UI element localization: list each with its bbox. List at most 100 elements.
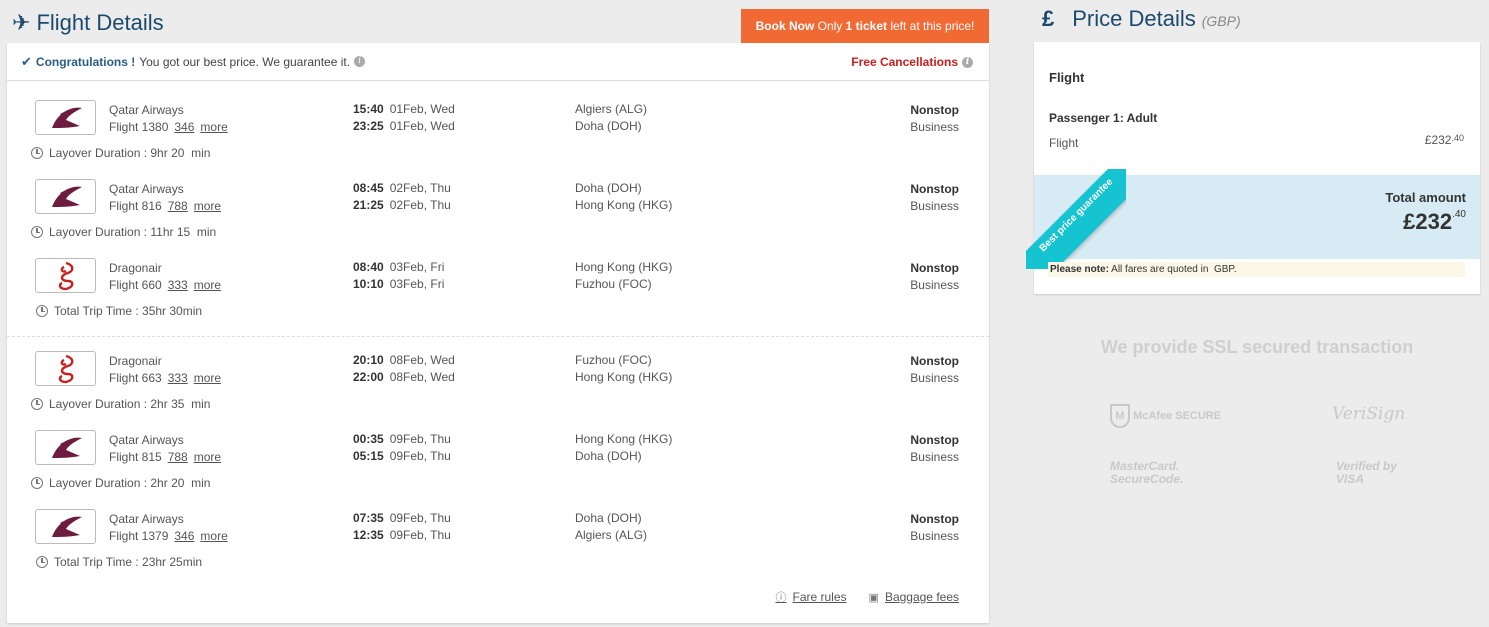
clock-icon: [36, 305, 48, 317]
arrival-time: 05:15 09Feb, Thu: [353, 449, 451, 463]
book-now-button[interactable]: Book Now Only 1 ticket left at this pric…: [741, 9, 989, 43]
airline-logo: [35, 430, 96, 465]
destination-city: Hong Kong (HKG): [575, 198, 673, 212]
clock-icon: [36, 556, 48, 568]
flight-segment-row: Qatar Airways Flight 815 788 more 00:35 09Feb…: [7, 430, 989, 466]
stops-label: Nonstop: [910, 261, 959, 275]
airline-logo: [35, 179, 96, 214]
cabin-class: Business: [910, 450, 959, 464]
arrival-date: 01Feb, Wed: [389, 119, 455, 133]
flight-details-title: Flight Details: [36, 10, 164, 35]
more-link[interactable]: more: [200, 120, 227, 134]
departure-time: 00:35 09Feb, Thu: [353, 432, 451, 446]
flight-segment-row: Qatar Airways Flight 816 788 more 08:45 02Feb…: [7, 179, 989, 215]
flight-segment-row: Dragonair Flight 663 333 more 20:10 08Feb, We…: [7, 351, 989, 387]
cabin-class: Business: [910, 278, 959, 292]
best-price-ribbon: Best price guarantee: [1026, 169, 1126, 269]
stops-label: Nonstop: [910, 433, 959, 447]
info-icon[interactable]: i: [962, 57, 973, 69]
fares-note: Please note: All fares are quoted in GBP…: [1048, 262, 1465, 277]
flight-number: Flight 815 788 more: [109, 450, 222, 464]
free-cancellations-link[interactable]: Free Cancellations i: [851, 55, 973, 69]
stops-label: Nonstop: [910, 103, 959, 117]
airline-logo: [35, 509, 96, 544]
airline-name: Qatar Airways: [109, 103, 184, 117]
info-icon[interactable]: i: [354, 56, 366, 67]
arrival-time: 21:25 02Feb, Thu: [353, 198, 451, 212]
flight-segment-row: Qatar Airways Flight 1380 346 more 15:40 01Fe…: [7, 100, 989, 136]
cabin-class: Business: [910, 120, 959, 134]
origin-city: Hong Kong (HKG): [575, 432, 673, 446]
clock-icon: [31, 398, 43, 410]
arrival-date: 09Feb, Thu: [389, 449, 451, 463]
departure-date: 01Feb, Wed: [389, 102, 455, 116]
suitcase-icon: ▣: [868, 591, 879, 604]
arrival-date: 03Feb, Fri: [389, 277, 445, 291]
flight-segment-row: Qatar Airways Flight 1379 346 more 07:35 09Fe…: [7, 509, 989, 545]
destination-city: Fuzhou (FOC): [575, 277, 652, 291]
departure-time: 07:35 09Feb, Thu: [353, 511, 451, 525]
cabin-class: Business: [910, 371, 959, 385]
departure-time: 08:45 02Feb, Thu: [353, 181, 451, 195]
info-circle-icon: ⓘ: [775, 592, 787, 604]
total-trip-time: Total Trip Time : 23hr 25min: [36, 555, 202, 569]
flight-number: Flight 1380 346 more: [109, 120, 228, 134]
flight-number: Flight 1379 346 more: [109, 529, 228, 543]
congrats-title: Congratulations !: [35, 54, 136, 69]
aircraft-link[interactable]: 333: [168, 371, 188, 385]
departure-time: 08:40 03Feb, Fri: [353, 260, 445, 274]
arrival-time: 12:35 09Feb, Thu: [353, 528, 451, 542]
mastercard-securecode-logo: MasterCard. SecureCode.: [1110, 459, 1184, 486]
more-link[interactable]: more: [194, 450, 221, 464]
departure-date: 03Feb, Fri: [389, 260, 445, 274]
destination-city: Doha (DOH): [575, 119, 642, 133]
price-card: Flight Passenger 1: Adult Flight £232.40…: [1026, 42, 1480, 294]
price-details-title: Price Details: [1072, 6, 1196, 31]
aircraft-link[interactable]: 788: [168, 450, 188, 464]
ssl-heading: We provide SSL secured transaction: [1100, 337, 1414, 357]
more-link[interactable]: more: [194, 371, 221, 385]
origin-city: Doha (DOH): [575, 511, 642, 525]
arrival-time: 10:10 03Feb, Fri: [353, 277, 445, 291]
departure-time: 15:40 01Feb, Wed: [353, 102, 455, 116]
departure-date: 08Feb, Wed: [389, 353, 455, 367]
clock-icon: [31, 147, 43, 159]
departure-date: 09Feb, Thu: [389, 432, 451, 446]
itinerary-card: ✔ Congratulations ! You got our best pri…: [7, 43, 989, 623]
stops-label: Nonstop: [910, 182, 959, 196]
pound-icon: £: [1042, 6, 1055, 31]
aircraft-link[interactable]: 333: [168, 278, 188, 292]
aircraft-link[interactable]: 346: [174, 529, 194, 543]
congrats-bar: ✔ Congratulations ! You got our best pri…: [7, 43, 989, 81]
departure-date: 09Feb, Thu: [389, 511, 451, 525]
more-link[interactable]: more: [200, 529, 227, 543]
arrival-time: 23:25 01Feb, Wed: [353, 119, 455, 133]
layover-duration: Layover Duration : 2hr 35 min: [31, 397, 210, 411]
baggage-fees-link[interactable]: ▣ Baggage fees: [869, 589, 959, 605]
more-link[interactable]: more: [194, 199, 221, 213]
destination-city: Algiers (ALG): [575, 528, 648, 542]
price-details-header: £ Price Details (GBP): [1042, 6, 1241, 32]
flight-number: Flight 660 333 more: [109, 278, 222, 292]
airplane-icon: ✈: [12, 10, 31, 35]
layover-duration: Layover Duration : 9hr 20 min: [31, 146, 210, 160]
origin-city: Doha (DOH): [575, 181, 642, 195]
arrival-date: 02Feb, Thu: [389, 198, 451, 212]
departure-date: 02Feb, Thu: [389, 181, 451, 195]
arrival-time: 22:00 08Feb, Wed: [353, 370, 455, 384]
footer-links: ⓘ Fare rules ▣ Baggage fees: [776, 589, 960, 605]
airline-logo: [35, 100, 96, 135]
arrival-date: 09Feb, Thu: [389, 528, 451, 542]
passenger-label: Passenger 1: Adult: [1049, 111, 1158, 125]
flight-number: Flight 816 788 more: [109, 199, 222, 213]
arrival-date: 08Feb, Wed: [389, 370, 455, 384]
aircraft-link[interactable]: 346: [174, 120, 194, 134]
fare-rules-link[interactable]: ⓘ Fare rules: [776, 589, 847, 605]
verisign-logo: VeriSign: [1332, 404, 1406, 424]
more-link[interactable]: more: [194, 278, 221, 292]
layover-duration: Layover Duration : 11hr 15 min: [31, 225, 216, 239]
aircraft-link[interactable]: 788: [168, 199, 188, 213]
checkmark-icon: ✔: [21, 53, 32, 69]
stops-label: Nonstop: [910, 354, 959, 368]
verified-by-visa-logo: Verified by VISA: [1336, 459, 1397, 486]
